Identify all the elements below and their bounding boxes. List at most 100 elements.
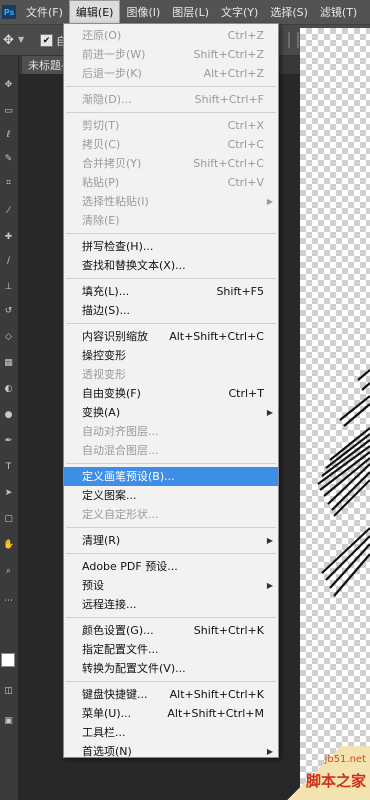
eraser-tool-icon[interactable]: ◇ bbox=[3, 332, 14, 343]
edit-menu-item[interactable]: 剪切(T) Ctrl+X bbox=[64, 116, 278, 135]
move-tool-icon[interactable]: ✥ bbox=[3, 80, 14, 91]
edit-menu-item[interactable]: 内容识别缩放 Alt+Shift+Ctrl+C bbox=[64, 327, 278, 346]
screen-mode-icon[interactable]: ▣ bbox=[3, 716, 14, 727]
gradient-tool-icon[interactable]: ▦ bbox=[3, 358, 14, 369]
path-selection-tool-icon[interactable]: ➤ bbox=[3, 488, 14, 499]
hand-tool-icon[interactable]: ✋ bbox=[3, 540, 14, 551]
menu-item-shortcut: Shift+Ctrl+Z bbox=[193, 48, 264, 61]
edit-menu-item[interactable]: 描边(S)... bbox=[64, 301, 278, 320]
edit-menu-item[interactable]: 定义自定形状... bbox=[64, 505, 278, 524]
menu-item-label: 菜单(U)... bbox=[82, 707, 132, 720]
edit-menu-item[interactable]: 首选项(N) ▶ bbox=[64, 742, 278, 761]
document-canvas[interactable] bbox=[300, 28, 370, 800]
pen-tool-icon[interactable]: ✒ bbox=[3, 436, 14, 447]
menu-item-shortcut: Ctrl+Z bbox=[227, 29, 264, 42]
menu-separator bbox=[66, 617, 276, 618]
edit-menu-item[interactable]: 操控变形 bbox=[64, 346, 278, 365]
edit-menu-item[interactable]: 粘贴(P) Ctrl+V bbox=[64, 173, 278, 192]
menu-item-shortcut: Shift+Ctrl+C bbox=[193, 157, 264, 170]
menu-item-label: 自动混合图层... bbox=[82, 444, 159, 457]
menu-item[interactable]: 文件(F) bbox=[20, 1, 69, 23]
menu-item[interactable]: 编辑(E) bbox=[68, 0, 121, 24]
marquee-tool-icon[interactable]: ▭ bbox=[3, 106, 14, 117]
crop-tool-icon[interactable]: ⌗ bbox=[3, 178, 14, 189]
menu-item[interactable]: 滤镜(T) bbox=[314, 1, 363, 23]
edit-menu-item[interactable]: 定义图案... bbox=[64, 486, 278, 505]
menu-item[interactable]: 图层(L) bbox=[166, 1, 215, 23]
menu-item[interactable]: 选择(S) bbox=[264, 1, 314, 23]
menu-item-label: 还原(O) bbox=[82, 29, 122, 42]
menu-item-label: 自动对齐图层... bbox=[82, 425, 159, 438]
menu-bar: Ps 文件(F) 编辑(E) 图像(I) 图层(L) 文字(Y) 选择(S) 滤镜(T) bbox=[0, 0, 370, 25]
type-tool-icon[interactable]: T bbox=[3, 462, 14, 473]
edit-menu-item[interactable]: 查找和替换文本(X)... bbox=[64, 256, 278, 275]
zoom-tool-icon[interactable]: ⌕ bbox=[3, 566, 14, 577]
menu-item-label: 拷贝(C) bbox=[82, 138, 121, 151]
menu-item-label: 预设 bbox=[82, 579, 104, 592]
more-tools-icon[interactable]: ⋯ bbox=[3, 596, 14, 607]
menu-item-label: 填充(L)... bbox=[82, 285, 130, 298]
edit-menu-item[interactable]: 转换为配置文件(V)... bbox=[64, 659, 278, 678]
menu-separator bbox=[66, 278, 276, 279]
edit-menu-item[interactable]: 工具栏... bbox=[64, 723, 278, 742]
menu-item-label: 渐隐(D)... bbox=[82, 93, 132, 106]
menu-item-shortcut: Shift+F5 bbox=[216, 285, 264, 298]
menu-item-label: 粘贴(P) bbox=[82, 176, 120, 189]
edit-menu-item[interactable]: 键盘快捷键... Alt+Shift+Ctrl+K bbox=[64, 685, 278, 704]
menu-item-label: 远程连接... bbox=[82, 598, 137, 611]
menu-item[interactable]: 图像(I) bbox=[120, 1, 166, 23]
edit-menu-item[interactable]: 前进一步(W) Shift+Ctrl+Z bbox=[64, 45, 278, 64]
edit-menu-item[interactable]: 自由变换(F) Ctrl+T bbox=[64, 384, 278, 403]
edit-menu-item[interactable]: 渐隐(D)... Shift+Ctrl+F bbox=[64, 90, 278, 109]
watermark: jb51.net 脚本之家 bbox=[286, 746, 370, 800]
menu-item-label: 指定配置文件... bbox=[82, 643, 159, 656]
menu-item-shortcut: Ctrl+V bbox=[227, 176, 264, 189]
menu-item-label: 内容识别缩放 bbox=[82, 330, 148, 343]
edit-menu-item[interactable]: 颜色设置(G)... Shift+Ctrl+K bbox=[64, 621, 278, 640]
edit-menu-item[interactable]: 菜单(U)... Alt+Shift+Ctrl+M bbox=[64, 704, 278, 723]
chevron-down-icon[interactable]: ▼ bbox=[18, 35, 24, 44]
auto-select-checkbox[interactable]: ✔ bbox=[40, 34, 53, 47]
shape-tool-icon[interactable]: ▢ bbox=[3, 514, 14, 525]
edit-menu-item[interactable]: 清理(R) ▶ bbox=[64, 531, 278, 550]
menu-item-label: 变换(A) bbox=[82, 406, 121, 419]
move-tool-icon[interactable]: ✥ bbox=[3, 33, 14, 48]
menu-item-label: 转换为配置文件(V)... bbox=[82, 662, 186, 675]
submenu-arrow-icon: ▶ bbox=[266, 536, 273, 545]
eyedropper-tool-icon[interactable]: ⁄ bbox=[3, 206, 14, 217]
quick-mask-icon[interactable]: ◫ bbox=[3, 686, 14, 697]
healing-brush-tool-icon[interactable]: ✚ bbox=[3, 232, 14, 243]
edit-menu-item[interactable]: 还原(O) Ctrl+Z bbox=[64, 26, 278, 45]
edit-menu-item[interactable]: 远程连接... bbox=[64, 595, 278, 614]
edit-menu-item[interactable]: 透视变形 bbox=[64, 365, 278, 384]
edit-menu-item[interactable]: 自动对齐图层... bbox=[64, 422, 278, 441]
photoshop-logo: Ps bbox=[2, 5, 16, 19]
history-brush-tool-icon[interactable]: ↺ bbox=[3, 306, 14, 317]
edit-menu-item[interactable]: Adobe PDF 预设... bbox=[64, 557, 278, 576]
menu-item-label: 首选项(N) bbox=[82, 745, 132, 758]
menu-item-shortcut: Alt+Ctrl+Z bbox=[203, 67, 264, 80]
menu-item-label: 定义自定形状... bbox=[82, 508, 159, 521]
edit-menu-item[interactable]: 后退一步(K) Alt+Ctrl+Z bbox=[64, 64, 278, 83]
edit-menu-item[interactable]: 拷贝(C) Ctrl+C bbox=[64, 135, 278, 154]
edit-menu-item[interactable]: 合并拷贝(Y) Shift+Ctrl+C bbox=[64, 154, 278, 173]
edit-menu-item[interactable]: 定义画笔预设(B)... bbox=[64, 467, 278, 486]
edit-menu-item[interactable]: 指定配置文件... bbox=[64, 640, 278, 659]
edit-menu-item[interactable]: 预设 ▶ bbox=[64, 576, 278, 595]
menu-item-label: 查找和替换文本(X)... bbox=[82, 259, 186, 272]
edit-menu-item[interactable]: 自动混合图层... bbox=[64, 441, 278, 460]
edit-menu-item[interactable]: 填充(L)... Shift+F5 bbox=[64, 282, 278, 301]
quick-select-tool-icon[interactable]: ✎ bbox=[3, 154, 14, 165]
edit-menu-item[interactable]: 清除(E) bbox=[64, 211, 278, 230]
brush-tool-icon[interactable]: ∕ bbox=[3, 256, 14, 267]
menu-item[interactable]: 文字(Y) bbox=[215, 1, 264, 23]
foreground-color-swatch[interactable] bbox=[1, 653, 15, 667]
edit-menu-item[interactable]: 变换(A) ▶ bbox=[64, 403, 278, 422]
lasso-tool-icon[interactable]: ℓ bbox=[3, 130, 14, 141]
clone-stamp-tool-icon[interactable]: ⊥ bbox=[3, 282, 14, 293]
edit-menu-item[interactable]: 拼写检查(H)... bbox=[64, 237, 278, 256]
blur-tool-icon[interactable]: ◐ bbox=[3, 384, 14, 395]
edit-menu-item[interactable]: 选择性粘贴(I) ▶ bbox=[64, 192, 278, 211]
dodge-tool-icon[interactable]: ● bbox=[3, 410, 14, 421]
menu-separator bbox=[66, 86, 276, 87]
